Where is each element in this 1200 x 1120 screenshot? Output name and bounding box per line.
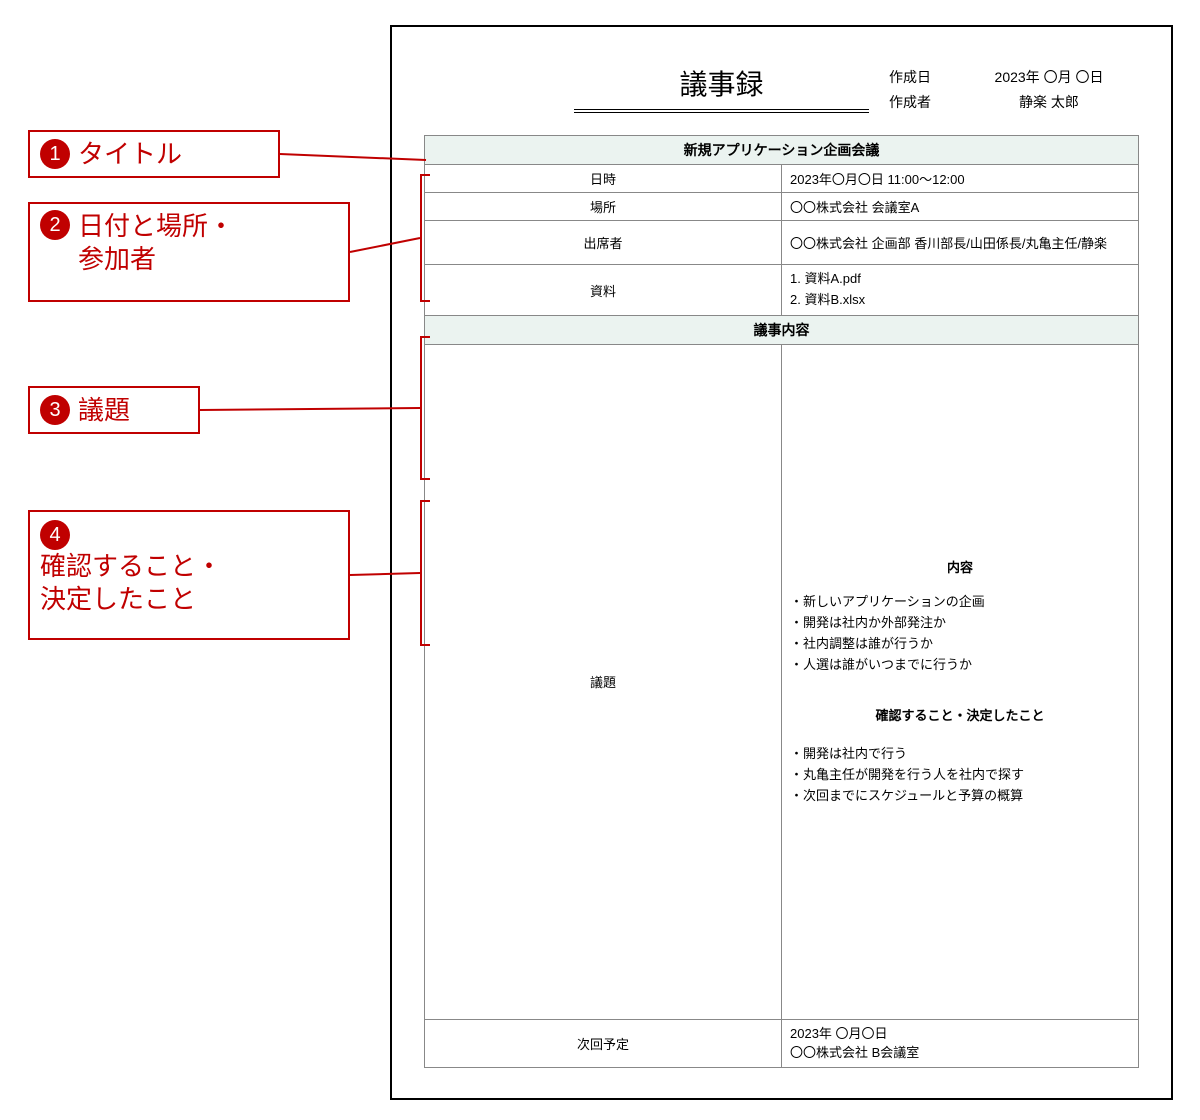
annotation-2: 2 日付と場所・参加者 [28, 202, 350, 302]
minutes-page: 議事録 作成日 2023年 〇月 〇日 作成者 静楽 太郎 新規アプリケーション… [390, 25, 1173, 1100]
next-date: 2023年 〇月〇日 [790, 1024, 1130, 1044]
docs-label: 資料 [425, 265, 782, 316]
confirm-header: 確認すること・決定したこと [790, 705, 1130, 724]
next-label: 次回予定 [425, 1019, 782, 1067]
confirm-2: ・丸亀主任が開発を行う人を社内で探す [790, 765, 1130, 786]
next-value: 2023年 〇月〇日 〇〇株式会社 B会議室 [782, 1019, 1139, 1067]
place-label: 場所 [425, 193, 782, 221]
bullet-3: ・社内調整は誰が行うか [790, 634, 1130, 655]
meta-block: 作成日 2023年 〇月 〇日 作成者 静楽 太郎 [889, 57, 1139, 115]
confirm-1: ・開発は社内で行う [790, 744, 1130, 765]
place-value: 〇〇株式会社 会議室A [782, 193, 1139, 221]
bullet-1: ・新しいアプリケーションの企画 [790, 592, 1130, 613]
annotation-3-text: 議題 [78, 394, 130, 427]
annotation-1: 1 タイトル [28, 130, 280, 178]
annotation-4-text: 確認すること・決定したこと [40, 550, 338, 615]
doc-title: 議事録 [574, 57, 869, 113]
page-header: 議事録 作成日 2023年 〇月 〇日 作成者 静楽 太郎 [424, 57, 1139, 115]
annotation-1-number: 1 [40, 139, 70, 169]
next-place: 〇〇株式会社 B会議室 [790, 1043, 1130, 1063]
author-label: 作成者 [889, 90, 959, 115]
annotation-4: 4 確認すること・決定したこと [28, 510, 350, 640]
attendees-value: 〇〇株式会社 企画部 香川部長/山田係長/丸亀主任/静楽 [782, 221, 1139, 265]
docs-value: 1. 資料A.pdf 2. 資料B.xlsx [782, 265, 1139, 316]
minutes-table: 新規アプリケーション企画会議 日時 2023年〇月〇日 11:00～12:00 … [424, 135, 1139, 1068]
created-date-value: 2023年 〇月 〇日 [959, 65, 1139, 90]
datetime-label: 日時 [425, 165, 782, 193]
confirm-3: ・次回までにスケジュールと予算の概算 [790, 786, 1130, 807]
annotation-4-number: 4 [40, 520, 70, 550]
agenda-bullets: ・新しいアプリケーションの企画 ・開発は社内か外部発注か ・社内調整は誰が行うか… [790, 592, 1130, 675]
bracket-4 [420, 500, 430, 646]
datetime-value: 2023年〇月〇日 11:00～12:00 [782, 165, 1139, 193]
author-value: 静楽 太郎 [959, 90, 1139, 115]
content-header: 議事内容 [425, 315, 1139, 344]
confirm-bullets: ・開発は社内で行う ・丸亀主任が開発を行う人を社内で探す ・次回までにスケジュー… [790, 744, 1130, 806]
created-date-label: 作成日 [889, 65, 959, 90]
annotation-2-text: 日付と場所・参加者 [78, 210, 234, 275]
attendees-label: 出席者 [425, 221, 782, 265]
content-cell: 内容 ・新しいアプリケーションの企画 ・開発は社内か外部発注か ・社内調整は誰が… [782, 344, 1139, 1019]
content-label: 内容 [790, 557, 1130, 576]
bullet-4: ・人選は誰がいつまでに行うか [790, 655, 1130, 676]
bracket-3 [420, 336, 430, 480]
annotation-1-text: タイトル [78, 138, 182, 171]
meeting-title: 新規アプリケーション企画会議 [425, 136, 1139, 165]
annotation-3-number: 3 [40, 395, 70, 425]
doc-item-1: 1. 資料A.pdf [790, 269, 1130, 290]
annotation-2-number: 2 [40, 210, 70, 240]
agenda-label: 議題 [425, 344, 782, 1019]
bracket-2 [420, 174, 430, 302]
bullet-2: ・開発は社内か外部発注か [790, 613, 1130, 634]
annotation-3: 3 議題 [28, 386, 200, 434]
doc-item-2: 2. 資料B.xlsx [790, 290, 1130, 311]
